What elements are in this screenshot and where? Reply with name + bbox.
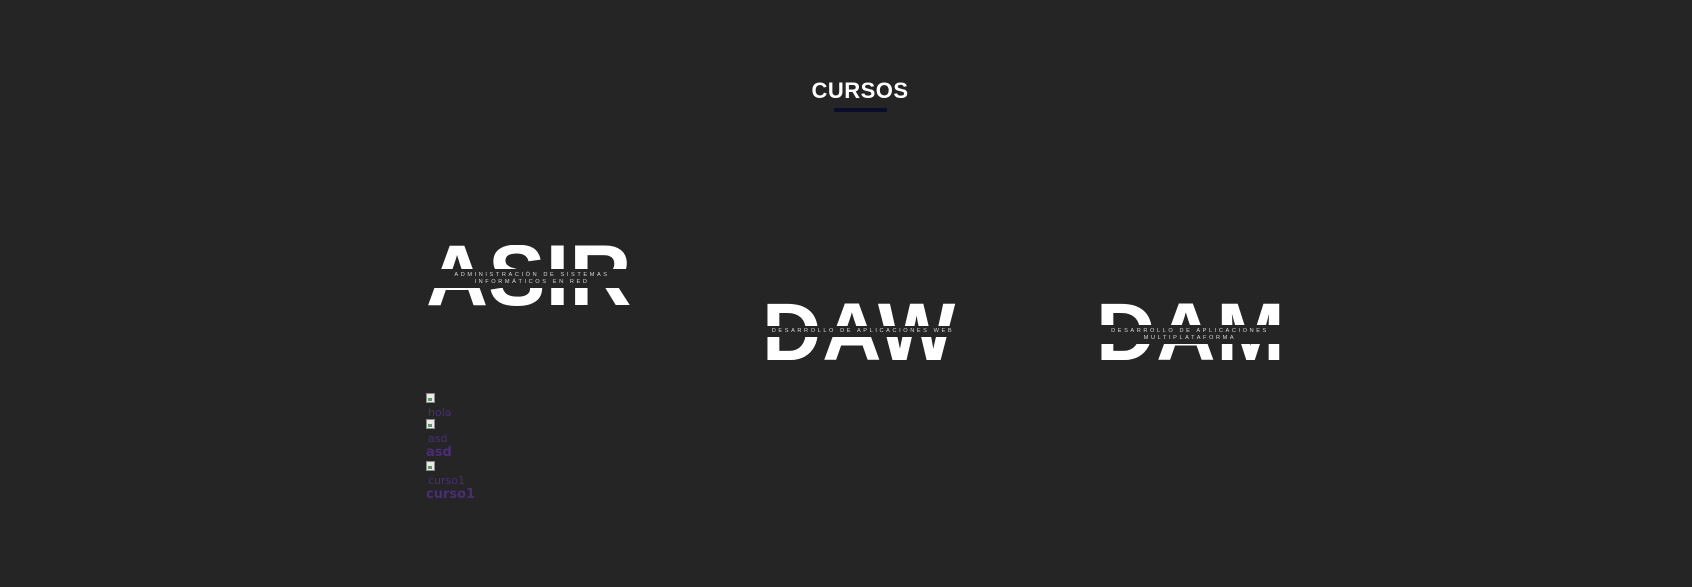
course-link[interactable]: curso1	[426, 487, 475, 503]
course-link[interactable]: asd	[426, 445, 475, 461]
broken-image-icon	[426, 419, 435, 429]
broken-image: hola	[426, 393, 475, 419]
course-logo-dam[interactable]: DAM DESARROLLO DE APLICACIONES MULTIPLAT…	[1096, 302, 1284, 364]
image-alt-text: asd	[428, 432, 448, 445]
course-subtitle-band: DESARROLLO DE APLICACIONES MULTIPLATAFOR…	[1096, 325, 1284, 344]
course-subtitle-line: MULTIPLATAFORMA	[1143, 334, 1237, 341]
list-item: hola	[426, 393, 475, 419]
course-subtitle-line: DESARROLLO DE APLICACIONES WEB	[771, 328, 955, 334]
course-subtitle-band: DESARROLLO DE APLICACIONES WEB	[762, 326, 964, 337]
broken-image: asd	[426, 419, 475, 445]
image-alt-text: curso1	[428, 474, 466, 487]
broken-image-icon	[426, 461, 435, 471]
course-logo-asir[interactable]: ASIR ADMINISTRACIÓN DE SISTEMAS INFORMÁT…	[426, 245, 638, 307]
course-subtitle-line: DESARROLLO DE APLICACIONES	[1111, 327, 1269, 334]
course-subtitle-line: INFORMÁTICOS EN RED	[474, 278, 590, 285]
broken-image: curso1	[426, 461, 475, 487]
broken-image-icon	[426, 393, 435, 403]
section-title: CURSOS	[811, 78, 909, 103]
image-alt-text: hola	[428, 406, 452, 419]
course-logo-daw[interactable]: DAW DESARROLLO DE APLICACIONES WEB	[762, 302, 964, 364]
list-item: asd asd	[426, 419, 475, 461]
course-subtitle-line: ADMINISTRACIÓN DE SISTEMAS	[454, 271, 610, 278]
course-subtitle-band: ADMINISTRACIÓN DE SISTEMAS INFORMÁTICOS …	[426, 269, 638, 288]
course-list: hola asd asd curso1 curso1	[426, 393, 475, 503]
title-underline	[834, 108, 887, 112]
courses-page: CURSOS ASIR ADMINISTRACIÓN DE SISTEMAS I…	[0, 0, 1692, 587]
list-item: curso1 curso1	[426, 461, 475, 503]
